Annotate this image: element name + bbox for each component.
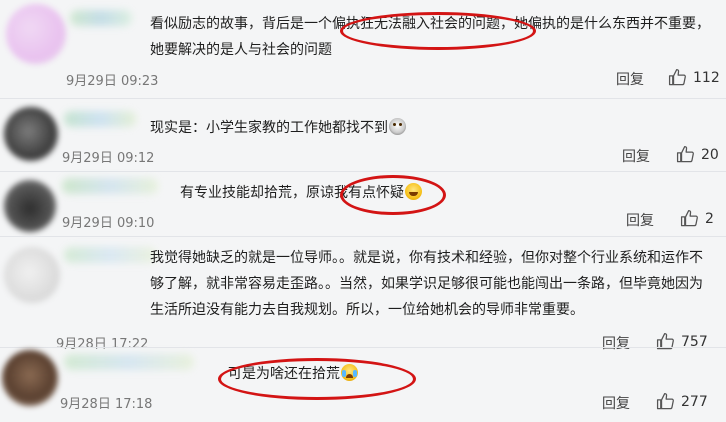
comment-time: 9月28日 17:18 — [60, 397, 153, 412]
comment-item: 可是为啥还在拾荒 9月28日 17:18 回复 277 — [0, 348, 726, 422]
comment-text: 我觉得她缺乏的就是一位导师。。就是说，你有技术和经验，但你对整个行业系统和运作不… — [150, 250, 703, 318]
avatar[interactable] — [2, 350, 58, 406]
username[interactable] — [62, 178, 158, 194]
avatar[interactable] — [4, 247, 60, 303]
thumbs-up-icon — [668, 68, 687, 87]
comment-text: 有专业技能却拾荒，原谅我有点怀疑 — [180, 180, 480, 206]
avatar[interactable] — [4, 107, 58, 161]
grinning-sweat-icon — [405, 183, 422, 200]
username[interactable] — [70, 10, 132, 26]
face-with-tears-icon — [389, 118, 406, 135]
username[interactable] — [64, 247, 156, 263]
like-count: 20 — [701, 146, 719, 163]
avatar[interactable] — [6, 4, 66, 64]
like-button[interactable]: 277 — [656, 392, 708, 411]
reply-button[interactable]: 回复 — [602, 393, 630, 413]
comment-text: 可是为啥还在拾荒 — [228, 361, 428, 387]
reply-button[interactable]: 回复 — [626, 210, 654, 230]
comment-item: 有专业技能却拾荒，原谅我有点怀疑 9月29日 09:10 回复 2 — [0, 172, 726, 234]
comment-text-content: 有专业技能却拾荒，原谅我有点怀疑 — [180, 185, 404, 201]
comment-item: 看似励志的故事，背后是一个偏执狂无法融入社会的问题，她偏执的是什么东西并不重要，… — [0, 0, 726, 96]
comment-text-content: 现实是：小学生家教的工作她都找不到 — [150, 120, 388, 136]
thumbs-up-icon — [656, 392, 675, 411]
avatar[interactable] — [4, 180, 56, 232]
reply-button[interactable]: 回复 — [616, 69, 644, 89]
like-button[interactable]: 2 — [680, 209, 714, 228]
crying-laughing-icon — [341, 364, 358, 381]
comment-time: 9月29日 09:10 — [62, 216, 155, 231]
reply-button[interactable]: 回复 — [622, 146, 650, 166]
comment-text: 看似励志的故事，背后是一个偏执狂无法融入社会的问题，她偏执的是什么东西并不重要，… — [150, 16, 710, 58]
comment-text: 现实是：小学生家教的工作她都找不到 — [150, 115, 570, 141]
username[interactable] — [64, 111, 136, 127]
comment-time: 9月29日 09:12 — [62, 151, 155, 166]
like-count: 277 — [681, 393, 708, 410]
username[interactable] — [64, 354, 194, 370]
like-count: 112 — [693, 69, 720, 86]
like-button[interactable]: 112 — [668, 68, 720, 87]
thumbs-up-icon — [676, 145, 695, 164]
comment-time: 9月29日 09:23 — [66, 74, 159, 89]
comment-item: 我觉得她缺乏的就是一位导师。。就是说，你有技术和经验，但你对整个行业系统和运作不… — [0, 237, 726, 352]
like-count: 2 — [705, 210, 714, 227]
thumbs-up-icon — [680, 209, 699, 228]
comment-text-content: 可是为啥还在拾荒 — [228, 366, 340, 382]
comment-item: 现实是：小学生家教的工作她都找不到 9月29日 09:12 回复 20 — [0, 99, 726, 171]
like-button[interactable]: 20 — [676, 145, 719, 164]
